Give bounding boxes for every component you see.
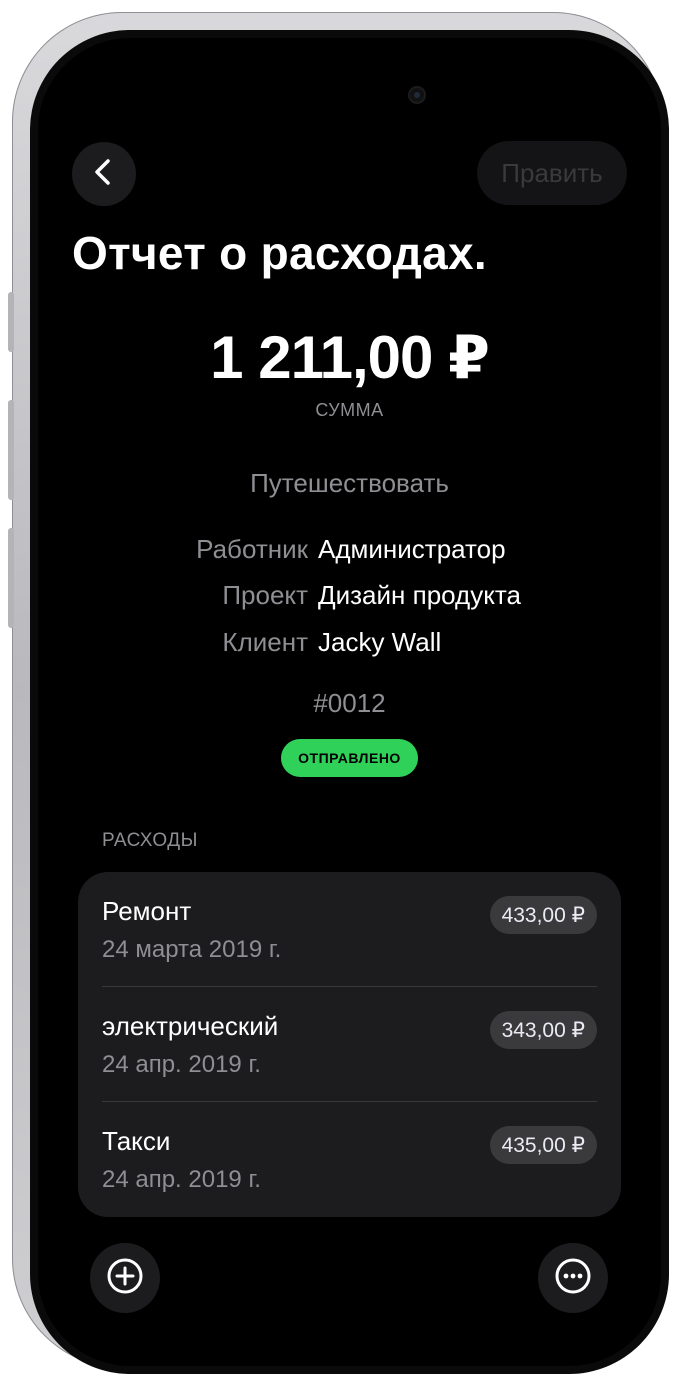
report-category: Путешествовать — [250, 468, 449, 498]
expense-name: электрический — [102, 1011, 279, 1041]
expenses-section-header: РАСХОДЫ — [102, 830, 198, 851]
volume-up-button — [8, 400, 14, 500]
ellipsis-circle-icon — [554, 1257, 592, 1300]
report-number: #0012 — [313, 688, 386, 718]
add-expense-button[interactable] — [90, 1243, 160, 1313]
expense-date: 24 марта 2019 г. — [102, 936, 282, 963]
detail-value: Jacky Wall — [318, 627, 442, 657]
volume-down-button — [8, 528, 14, 628]
total-amount: 1 211,00 ₽ — [210, 324, 490, 391]
back-button[interactable] — [72, 142, 136, 206]
action-button — [8, 292, 14, 352]
expense-date: 24 апр. 2019 г. — [102, 1051, 261, 1078]
expenses-list: Ремонт 24 марта 2019 г. 433,00 ₽ электри… — [78, 872, 621, 1217]
page-title: Отчет о расходах. — [72, 227, 488, 279]
phone-frame: Править Отчет о расходах. 1 211,00 ₽ СУМ… — [8, 12, 669, 1374]
detail-key: Работник — [196, 534, 308, 564]
expense-name: Ремонт — [102, 896, 192, 926]
detail-value: Администратор — [318, 534, 506, 564]
detail-value: Дизайн продукта — [318, 580, 521, 610]
more-options-button[interactable] — [538, 1243, 608, 1313]
edit-button[interactable]: Править — [477, 141, 627, 205]
chevron-left-icon — [89, 157, 119, 192]
detail-key: Клиент — [222, 627, 308, 657]
expense-item[interactable]: Такси 24 апр. 2019 г. 435,00 ₽ — [78, 1102, 621, 1217]
front-camera — [410, 88, 424, 102]
expense-date: 24 апр. 2019 г. — [102, 1166, 261, 1193]
plus-circle-icon — [106, 1257, 144, 1300]
expense-name: Такси — [102, 1126, 171, 1156]
screen: Править Отчет о расходах. 1 211,00 ₽ СУМ… — [38, 38, 661, 1366]
total-amount-label: СУММА — [315, 400, 384, 420]
expense-amount-badge: 433,00 ₽ — [489, 896, 597, 934]
expense-item[interactable]: электрический 24 апр. 2019 г. 343,00 ₽ — [78, 987, 621, 1102]
expense-amount-badge: 435,00 ₽ — [489, 1126, 597, 1164]
status-badge: ОТПРАВЛЕНО — [281, 739, 418, 777]
detail-key: Проект — [222, 580, 308, 610]
expense-item[interactable]: Ремонт 24 марта 2019 г. 433,00 ₽ — [78, 872, 621, 987]
expense-amount-badge: 343,00 ₽ — [489, 1011, 597, 1049]
